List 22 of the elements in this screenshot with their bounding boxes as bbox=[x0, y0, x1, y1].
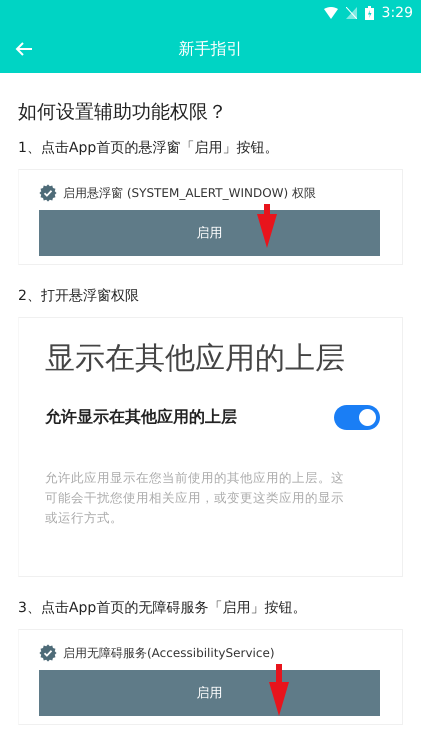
arrow-drawing bbox=[269, 664, 289, 716]
battery-icon bbox=[364, 6, 374, 20]
status-time: 3:29 bbox=[382, 4, 413, 20]
arrow-drawing bbox=[257, 204, 277, 248]
verified-check-icon bbox=[39, 644, 57, 662]
page-title: 新手指引 bbox=[178, 38, 242, 60]
back-arrow-icon bbox=[15, 41, 33, 57]
guide-heading: 如何设置辅助功能权限？ bbox=[18, 100, 228, 125]
no-signal-icon bbox=[346, 6, 357, 18]
step-text: 1、点击App首页的悬浮窗「启用」按钮。 bbox=[18, 139, 280, 157]
settings-title: 显示在其他应用的上层 bbox=[45, 340, 346, 378]
wifi-icon bbox=[324, 6, 338, 18]
step-text: 3、点击App首页的无障碍服务「启用」按钮。 bbox=[18, 599, 308, 617]
step-text: 2、打开悬浮窗权限 bbox=[18, 287, 140, 305]
permission-label: 启用悬浮窗 (SYSTEM_ALERT_WINDOW) 权限 bbox=[63, 184, 316, 202]
description-text: 允许此应用显示在您当前使用的其他应用的上层。这可能会干扰您使用相关应用，或变更这类应用的显示或运行方式。 bbox=[45, 469, 345, 527]
toggle-switch[interactable] bbox=[334, 405, 380, 430]
enable-button[interactable]: 启用 bbox=[39, 210, 380, 256]
enable-button[interactable]: 启用 bbox=[39, 670, 380, 716]
toggle-label: 允许显示在其他应用的上层 bbox=[45, 407, 237, 428]
permission-label: 启用无障碍服务(AccessibilityService) bbox=[63, 644, 275, 662]
verified-check-icon bbox=[39, 184, 57, 202]
